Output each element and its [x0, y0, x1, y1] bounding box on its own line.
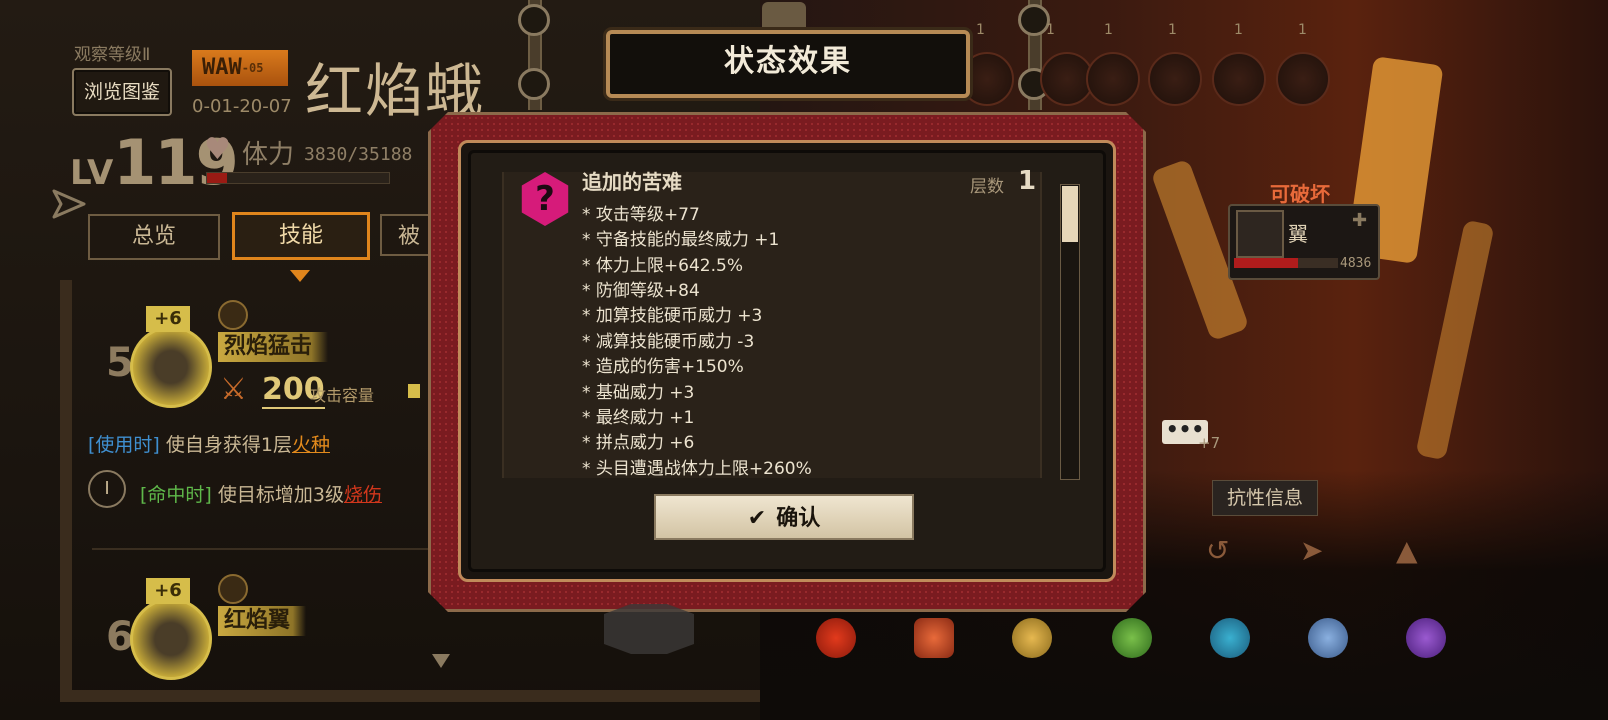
scroll-down-icon[interactable] — [432, 654, 450, 668]
effect-line: * 拼点威力 +6 — [582, 433, 695, 453]
effect-line: * 加算技能硬币威力 +3 — [582, 306, 763, 326]
skill-on-use-line: [使用时] 使自身获得1层火种 — [88, 430, 330, 457]
skill-power-label: 攻击容量 — [310, 386, 375, 405]
sword-icon: ⚔ — [220, 372, 247, 407]
effect-line: * 防御等级+84 — [582, 281, 700, 301]
layers-label: 层数 — [970, 177, 1004, 197]
status-icon[interactable] — [1148, 52, 1202, 106]
charge-icon[interactable] — [1406, 618, 1446, 658]
pierce-icon: ➤ — [1300, 534, 1324, 567]
send-icon[interactable] — [50, 185, 88, 223]
effect-scrollbar-thumb[interactable] — [1062, 186, 1078, 242]
hp-label: 体力 — [242, 140, 295, 170]
observe-level-label: 观察等级Ⅱ — [74, 45, 151, 65]
hp-bar-fill — [207, 173, 227, 183]
skill-divider — [92, 548, 432, 550]
effect-line: * 减算技能硬币威力 -3 — [582, 332, 755, 352]
part-hp-value: 4836 — [1340, 256, 1372, 271]
abnormality-code: 0-01-20-07 — [192, 96, 292, 117]
on-use-text: 使自身获得1层 — [165, 434, 292, 456]
slash-icon: ↺ — [1206, 534, 1230, 567]
risk-level-text: WAW — [202, 55, 242, 80]
skill-name: 烈焰猛击 — [218, 332, 329, 362]
rupture-icon[interactable] — [1112, 618, 1152, 658]
effect-name: 追加的苦难 — [582, 170, 682, 194]
part-name: 翼 — [1288, 222, 1308, 246]
chain-ring — [518, 68, 550, 100]
status-icon[interactable] — [1086, 52, 1140, 106]
part-hp-bar — [1234, 258, 1338, 268]
keyword-tinder[interactable]: 火种 — [292, 434, 330, 456]
effect-line: * 攻击等级+77 — [582, 205, 700, 225]
skill-on-hit-line: [命中时] 使目标增加3级烧伤 — [140, 480, 430, 507]
status-count: 1 — [1168, 22, 1177, 38]
status-icon[interactable] — [1276, 52, 1330, 106]
on-hit-text: 使目标增加3级 — [217, 484, 344, 506]
risk-level-sub: -05 — [241, 61, 264, 75]
effect-line: * 最终威力 +1 — [582, 408, 695, 428]
on-use-tag: [使用时] — [88, 434, 160, 456]
bleed-icon[interactable] — [914, 618, 954, 658]
coin-one-marker: Ⅰ — [88, 470, 126, 508]
tab-skills[interactable]: 技能 — [232, 212, 370, 260]
status-count: 1 — [1234, 22, 1243, 38]
status-count: 1 — [1104, 22, 1113, 38]
hp-bar — [206, 172, 390, 184]
frame-rail — [60, 280, 72, 700]
keyword-burn[interactable]: 烧伤 — [344, 484, 382, 506]
status-count: 1 — [1298, 22, 1307, 38]
emblem-icon — [604, 604, 694, 654]
heart-icon: ♥ — [204, 132, 231, 167]
gear-icon — [218, 574, 248, 604]
skill-medal-icon[interactable] — [130, 326, 212, 408]
risk-level-tag: WAW-05 — [192, 50, 288, 86]
chain-ring — [518, 4, 550, 36]
blunt-icon: ▲ — [1396, 534, 1418, 567]
wrench-icon: ✚ — [1352, 210, 1368, 231]
wing-part-icon — [1236, 210, 1284, 258]
tremor-icon[interactable] — [1012, 618, 1052, 658]
active-tab-pointer — [290, 270, 310, 282]
confirm-label: 确认 — [776, 506, 821, 531]
effect-line: * 造成的伤害+150% — [582, 357, 744, 377]
skill-upgrade-badge: +6 — [146, 578, 190, 604]
fire-icon[interactable] — [816, 618, 856, 658]
status-icon[interactable] — [1212, 52, 1266, 106]
coin-marker — [408, 384, 420, 398]
resistance-info-button[interactable]: 抗性信息 — [1212, 480, 1318, 516]
browse-codex-button[interactable]: 浏览图鉴 — [72, 68, 172, 116]
status-count: 1 — [1046, 22, 1055, 38]
gear-icon — [218, 300, 248, 330]
layers-value: 1 — [1018, 166, 1037, 196]
title-knob — [762, 2, 806, 30]
dialog-title: 状态效果 — [724, 44, 852, 79]
skill-upgrade-badge: +6 — [146, 306, 190, 332]
tab-overview[interactable]: 总览 — [88, 214, 220, 260]
part-hp-fill — [1234, 258, 1299, 268]
checkmark-icon: ✔ — [747, 506, 767, 531]
breakable-label: 可破坏 — [1270, 182, 1330, 206]
effect-line: * 头目遭遇战体力上限+260% — [582, 459, 812, 479]
skill-name: 红焰翼 — [218, 606, 307, 636]
effect-line: * 体力上限+642.5% — [582, 256, 743, 276]
effect-line: * 守备技能的最终威力 +1 — [582, 230, 780, 250]
sinking-icon[interactable] — [1210, 618, 1250, 658]
poise-icon[interactable] — [1308, 618, 1348, 658]
more-status-count: +7 — [1198, 434, 1221, 452]
confirm-button[interactable]: ✔ 确认 — [654, 494, 914, 540]
hp-value: 3830/35188 — [304, 144, 413, 165]
effect-line: * 基础威力 +3 — [582, 383, 695, 403]
status-count: 1 — [976, 22, 985, 38]
skill-medal-icon[interactable] — [130, 598, 212, 680]
on-hit-tag: [命中时] — [140, 484, 212, 506]
frame-rail — [60, 690, 760, 702]
